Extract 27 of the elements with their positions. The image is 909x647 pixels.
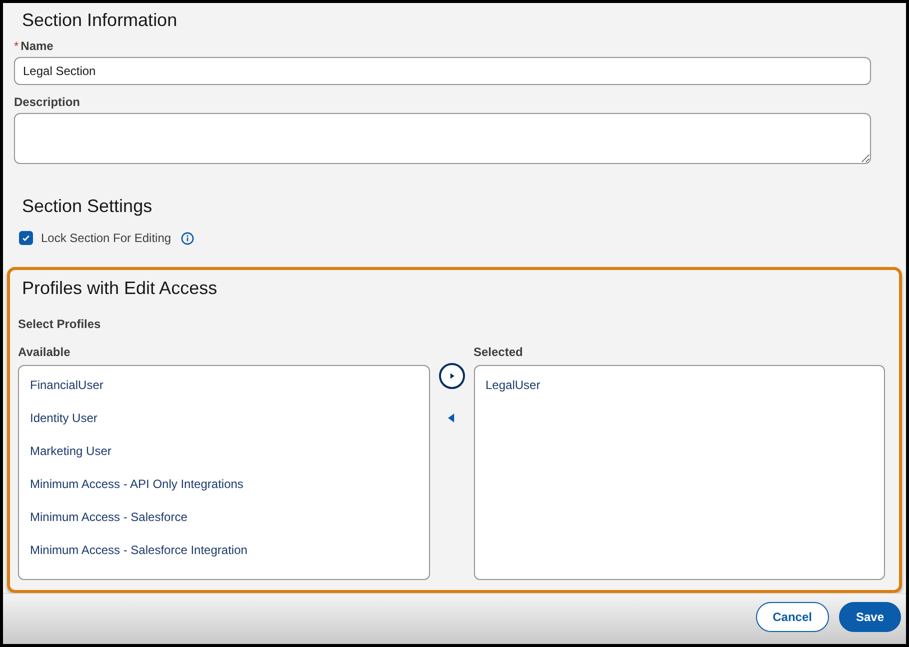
move-right-button[interactable] (438, 363, 464, 389)
list-label: Available (18, 345, 72, 359)
list-option[interactable]: Minimum Access - API Only Integrations (19, 471, 428, 504)
list-option[interactable]: Minimum Access - Salesforce (19, 504, 428, 537)
list-label: Selected (474, 345, 524, 359)
list-option[interactable]: Minimum Access - Salesforce Integration (19, 537, 428, 570)
play-triangle-icon (448, 372, 456, 380)
cancel-button[interactable]: Cancel (756, 602, 829, 632)
field-label: Name (20, 39, 54, 53)
field-label: Description (14, 95, 80, 109)
list-option[interactable]: LegalUser (474, 372, 884, 405)
list-option[interactable]: Marketing User (19, 438, 428, 471)
group-label: Select Profiles (18, 317, 102, 331)
section-heading: Section Information (22, 10, 178, 31)
checkmark-icon (21, 233, 31, 243)
required-asterisk: * (14, 39, 19, 53)
info-icon[interactable] (181, 232, 194, 244)
save-button[interactable]: Save (838, 602, 901, 632)
list-option[interactable]: FinancialUser (19, 372, 428, 405)
checkbox[interactable] (19, 231, 33, 245)
checkbox-label: Lock Section For Editing (41, 231, 172, 245)
section-heading: Section Settings (22, 196, 154, 217)
list-option[interactable]: Identity User (19, 405, 428, 438)
move-left-icon[interactable] (448, 413, 455, 423)
description-text-area[interactable] (14, 113, 871, 164)
name-input-field[interactable]: Legal Section (14, 57, 871, 85)
section-heading: Profiles with Edit Access (22, 278, 218, 299)
